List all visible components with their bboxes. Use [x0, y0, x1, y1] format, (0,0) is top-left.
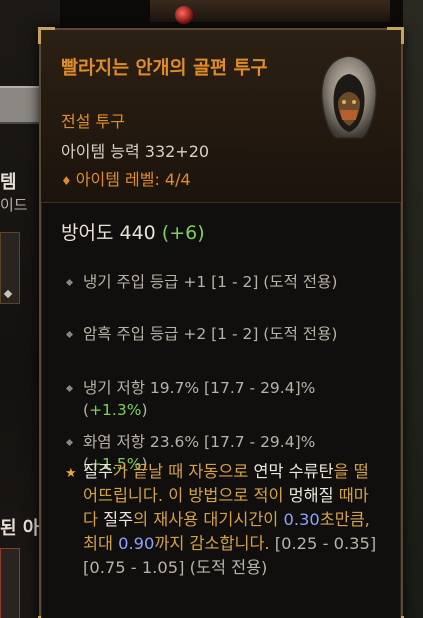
ruby-ornament-icon — [175, 6, 193, 24]
item-level-text: 아이템 레벨: 4/4 — [75, 170, 191, 189]
game-screen: 템 이드 된 아 빨라지는 안개의 골편 투구 전설 투구 아이템 능력 332… — [0, 0, 423, 618]
affix-suffix: ) — [141, 401, 148, 419]
keyword: 연막 수류탄 — [253, 462, 334, 481]
keyword: 질주 — [103, 510, 134, 529]
slot-marker-icon — [3, 289, 13, 299]
aspect-fragment: 가 끝날 때 자동으로 — [112, 462, 254, 481]
affix-bonus: +1.3% — [89, 401, 142, 419]
item-power: 아이템 능력 332+20 — [61, 142, 210, 161]
inventory-heading: 템 — [0, 172, 17, 193]
armor-stat: 방어도 440 (+6) — [61, 218, 205, 245]
star-icon: ★ — [65, 466, 77, 481]
world-background — [403, 0, 423, 618]
section-heading: 된 아 — [0, 518, 40, 539]
affix-text: 냉기 저항 19.7% [17.7 - 29.4]% (+1.3%) — [83, 377, 383, 421]
value: 0.90 — [118, 534, 155, 553]
item-rarity: 전설 투구 — [61, 112, 125, 131]
item-slot[interactable] — [0, 232, 20, 304]
item-level: ♦ 아이템 레벨: 4/4 — [61, 166, 191, 190]
item-tooltip: 빨라지는 안개의 골편 투구 전설 투구 아이템 능력 332+20 ♦ 아이템 … — [38, 27, 404, 618]
armor-value: 방어도 440 — [61, 222, 156, 244]
item-slot-2[interactable] — [0, 548, 20, 618]
aspect-fragment: 의 재사용 대기시간이 — [133, 510, 284, 529]
bullet-icon — [65, 278, 74, 287]
item-title: 빨라지는 안개의 골편 투구 — [61, 58, 268, 79]
armor-bonus: (+6) — [161, 222, 205, 244]
tooltip-header: 빨라지는 안개의 골편 투구 전설 투구 아이템 능력 332+20 ♦ 아이템 … — [41, 30, 401, 203]
hood-helmet-icon — [320, 55, 378, 139]
inventory-subheading: 이드 — [0, 196, 28, 214]
aspect-text: 질주가 끝날 때 자동으로 연막 수류탄을 떨어뜨립니다. 이 방법으로 적이 … — [83, 460, 383, 580]
bullet-icon — [65, 438, 74, 447]
value: 0.30 — [283, 510, 320, 529]
affix-text: 냉기 주입 등급 +1 [1 - 2] (도적 전용) — [83, 273, 338, 291]
upgrade-icon: ♦ — [61, 174, 72, 188]
keyword: 질주 — [83, 462, 113, 481]
search-bar[interactable] — [0, 86, 44, 124]
keyword: 멍해질 — [288, 486, 334, 505]
aspect-fragment: 까지 감소합니다. — [154, 534, 275, 553]
bullet-icon — [65, 384, 74, 393]
affix-text: 암흑 주입 등급 +2 [1 - 2] (도적 전용) — [83, 325, 338, 343]
bullet-icon — [65, 330, 74, 339]
